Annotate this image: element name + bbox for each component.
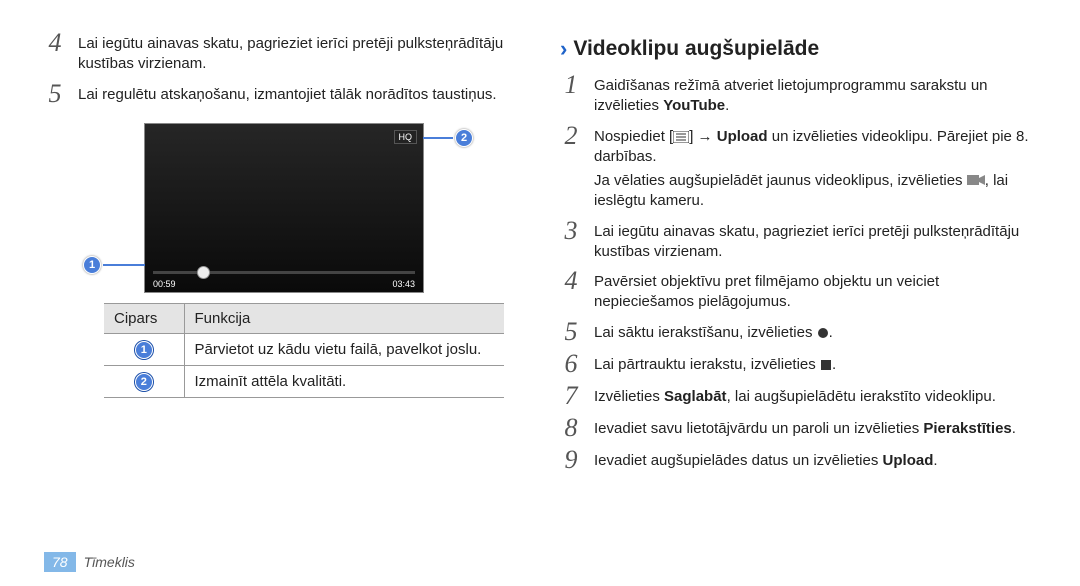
- page-number: 78: [44, 552, 76, 572]
- section-header: › Videoklipu augšupielāde: [560, 36, 1036, 62]
- step-number: 5: [560, 319, 582, 345]
- chevron-icon: ›: [560, 36, 567, 62]
- col-header-function: Funkcija: [184, 303, 504, 333]
- step-text: Ievadiet savu lietotājvārdu un paroli un…: [594, 415, 1016, 441]
- callout-line: [423, 137, 453, 139]
- step-number: 9: [560, 447, 582, 473]
- step-text: Nospiediet [] → Upload un izvēlieties vi…: [594, 123, 1036, 212]
- step-number: 3: [560, 218, 582, 263]
- step-number: 1: [560, 72, 582, 117]
- col-header-number: Cipars: [104, 303, 184, 333]
- step-5-left: 5 Lai regulētu atskaņošanu, izmantojiet …: [44, 81, 520, 107]
- step-number: 4: [560, 268, 582, 313]
- step-number: 2: [560, 123, 582, 212]
- step-text: Lai sāktu ierakstīšanu, izvēlieties .: [594, 319, 833, 345]
- step-text: Ievadiet augšupielādes datus un izvēliet…: [594, 447, 938, 473]
- callout-2: 2: [455, 129, 473, 147]
- page-footer: 78 Tīmeklis: [0, 552, 135, 572]
- step-text: Lai pārtrauktu ierakstu, izvēlieties .: [594, 351, 836, 377]
- menu-icon: [673, 131, 689, 143]
- step-3-right: 3 Lai iegūtu ainavas skatu, pagrieziet i…: [560, 218, 1036, 263]
- step-8-right: 8 Ievadiet savu lietotājvārdu un paroli …: [560, 415, 1036, 441]
- step-9-right: 9 Ievadiet augšupielādes datus un izvēli…: [560, 447, 1036, 473]
- progress-knob: [197, 266, 210, 279]
- right-column: › Videoklipu augšupielāde 1 Gaidīšanas r…: [560, 30, 1036, 536]
- step-4-left: 4 Lai iegūtu ainavas skatu, pagrieziet i…: [44, 30, 520, 75]
- cell-function: Pārvietot uz kādu vietu failā, pavelkot …: [184, 333, 504, 365]
- step-number: 5: [44, 81, 66, 107]
- time-elapsed: 00:59: [153, 279, 176, 289]
- step-text: Lai iegūtu ainavas skatu, pagrieziet ier…: [594, 218, 1036, 263]
- step-text: Lai iegūtu ainavas skatu, pagrieziet ier…: [78, 30, 520, 75]
- left-column: 4 Lai iegūtu ainavas skatu, pagrieziet i…: [44, 30, 520, 536]
- step-number: 4: [44, 30, 66, 75]
- step-1-right: 1 Gaidīšanas režīmā atveriet lietojumpro…: [560, 72, 1036, 117]
- table-row: 2 Izmainīt attēla kvalitāti.: [104, 365, 504, 397]
- step-4-right: 4 Pavērsiet objektīvu pret filmējamo obj…: [560, 268, 1036, 313]
- step-7-right: 7 Izvēlieties Saglabāt, lai augšupielādē…: [560, 383, 1036, 409]
- step-number: 7: [560, 383, 582, 409]
- video-player-thumb: HQ 2 1 00:59 03:43: [144, 123, 424, 293]
- step-number: 8: [560, 415, 582, 441]
- function-table: Cipars Funkcija 1 Pārvietot uz kādu viet…: [104, 303, 504, 398]
- footer-section-label: Tīmeklis: [84, 554, 135, 570]
- callout-line: [103, 264, 145, 266]
- table-row: 1 Pārvietot uz kādu vietu failā, pavelko…: [104, 333, 504, 365]
- step-2-right: 2 Nospiediet [] → Upload un izvēlieties …: [560, 123, 1036, 212]
- step-text: Pavērsiet objektīvu pret filmējamo objek…: [594, 268, 1036, 313]
- progress-bar: [153, 271, 415, 274]
- table-header-row: Cipars Funkcija: [104, 303, 504, 333]
- record-icon: [817, 327, 829, 339]
- step-text: Izvēlieties Saglabāt, lai augšupielādētu…: [594, 383, 996, 409]
- section-title: Videoklipu augšupielāde: [573, 37, 819, 61]
- badge-2: 2: [135, 373, 153, 391]
- hq-badge: HQ: [394, 130, 418, 144]
- badge-1: 1: [135, 341, 153, 359]
- step-text: Gaidīšanas režīmā atveriet lietojumprogr…: [594, 72, 1036, 117]
- camera-icon: [967, 174, 985, 186]
- step-text: Lai regulētu atskaņošanu, izmantojiet tā…: [78, 81, 497, 107]
- step-5-right: 5 Lai sāktu ierakstīšanu, izvēlieties .: [560, 319, 1036, 345]
- cell-function: Izmainīt attēla kvalitāti.: [184, 365, 504, 397]
- stop-icon: [820, 359, 832, 371]
- step-number: 6: [560, 351, 582, 377]
- time-total: 03:43: [392, 279, 415, 289]
- callout-1: 1: [83, 256, 101, 274]
- step-6-right: 6 Lai pārtrauktu ierakstu, izvēlieties .: [560, 351, 1036, 377]
